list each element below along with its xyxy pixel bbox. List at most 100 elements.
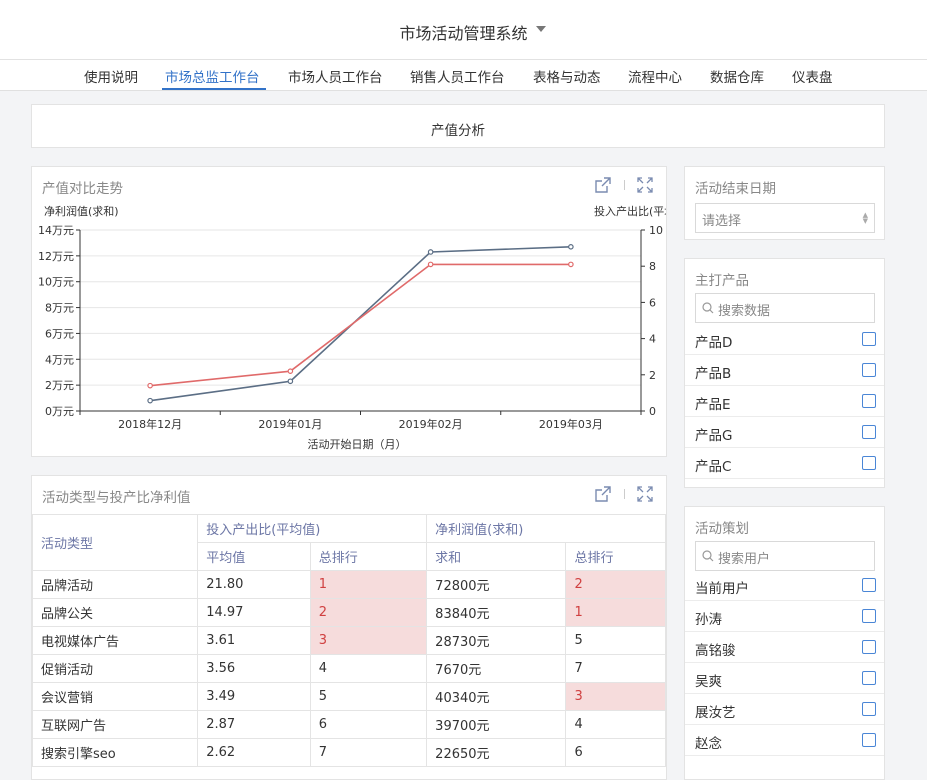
- data-point[interactable]: [568, 261, 574, 268]
- checkbox-icon[interactable]: [862, 332, 876, 346]
- header-average[interactable]: 平均值: [197, 542, 311, 571]
- y-right-tick-label: 0: [649, 405, 656, 418]
- select-arrows-icon: ▲ ▼: [862, 211, 868, 225]
- checkbox-item[interactable]: 高铭骏: [685, 632, 884, 663]
- app-title-dropdown[interactable]: 市场活动管理系统: [0, 20, 927, 44]
- y-left-tick-label: 4万元: [45, 353, 74, 366]
- checkbox-label: 产品C: [695, 459, 732, 475]
- checkbox-item[interactable]: 当前用户: [685, 570, 884, 601]
- cell-average: 2.87: [197, 710, 311, 739]
- checkbox-icon[interactable]: [862, 609, 876, 623]
- y-left-tick-label: 6万元: [45, 327, 74, 340]
- cell-rank-profit: 3: [565, 682, 666, 711]
- checkbox-item[interactable]: 孙涛: [685, 601, 884, 632]
- cell-activity-type: 互联网广告: [32, 710, 199, 739]
- header-sum[interactable]: 求和: [426, 542, 567, 571]
- header-profit-group: 净利润值(求和): [426, 514, 666, 543]
- header-rank[interactable]: 总排行: [309, 542, 428, 571]
- nav-item-marketing-director[interactable]: 市场总监工作台: [165, 66, 260, 86]
- search-icon: [702, 550, 714, 562]
- y-left-axis-label: 净利润值(求和): [44, 204, 119, 218]
- data-point[interactable]: [287, 378, 294, 385]
- checkbox-icon[interactable]: [862, 671, 876, 685]
- checkbox-item[interactable]: 产品D: [685, 324, 884, 355]
- nav-item-marketing-staff[interactable]: 市场人员工作台: [288, 66, 383, 86]
- x-axis-label: 活动开始日期（月）: [308, 437, 407, 451]
- cell-rank-roi: 7: [309, 738, 428, 767]
- data-point[interactable]: [147, 397, 153, 404]
- line-chart: 净利润值(求和) 投入产出比(平均 0万元 2万元 4万元 6万元 8万元 10万元 12万…: [38, 204, 666, 451]
- search-placeholder: 搜索数据: [718, 304, 771, 319]
- filter-title: 活动结束日期: [695, 181, 776, 197]
- table-row: 品牌活动 21.80 1 72800元 2: [32, 570, 666, 599]
- data-point[interactable]: [427, 261, 434, 268]
- nav-item-instructions[interactable]: 使用说明: [84, 66, 138, 86]
- cell-rank-roi: 6: [309, 710, 428, 739]
- cell-rank-roi: 5: [309, 682, 428, 711]
- user-search-input[interactable]: 搜索用户: [695, 541, 875, 571]
- cell-activity-type: 搜索引擎seo: [32, 738, 199, 767]
- chevron-down-icon: [536, 26, 546, 32]
- checkbox-icon[interactable]: [862, 425, 876, 439]
- fullscreen-icon[interactable]: [637, 486, 653, 502]
- cell-average: 3.56: [197, 654, 311, 683]
- data-point[interactable]: [427, 249, 434, 255]
- checkbox-label: 当前用户: [695, 581, 749, 597]
- x-tick-label: 2018年12月: [118, 417, 182, 431]
- nav-item-workflow[interactable]: 流程中心: [628, 66, 682, 86]
- y-right-tick-label: 10: [649, 224, 663, 237]
- checkbox-item[interactable]: 吴爽: [685, 663, 884, 694]
- checkbox-item[interactable]: 产品G: [685, 417, 884, 448]
- cell-sum: 39700元: [426, 710, 567, 739]
- cell-rank-roi: 2: [309, 598, 428, 627]
- y-right-axis-label: 投入产出比(平均: [594, 204, 666, 218]
- data-point[interactable]: [287, 368, 294, 374]
- cell-rank-roi: 1: [309, 570, 428, 599]
- nav-item-tables-feeds[interactable]: 表格与动态: [533, 66, 601, 86]
- product-search-input[interactable]: 搜索数据: [695, 293, 875, 323]
- select-placeholder: 请选择: [702, 214, 742, 229]
- checkbox-icon[interactable]: [862, 578, 876, 592]
- nav-item-data-warehouse[interactable]: 数据仓库: [710, 66, 764, 86]
- active-tab-indicator: [162, 88, 266, 90]
- table-panel: 活动类型与投产比净利值 活动类型 投入产出比(平均值) 净利润值(求和) 平均值…: [31, 475, 667, 780]
- checkbox-item[interactable]: 展汝艺: [685, 694, 884, 725]
- cell-average: 3.61: [197, 626, 311, 655]
- checkbox-icon[interactable]: [862, 702, 876, 716]
- y-left-tick-label: 14万元: [38, 224, 74, 237]
- y-left-tick-label: 2万元: [45, 379, 74, 392]
- checkbox-label: 展汝艺: [695, 705, 736, 721]
- fullscreen-icon[interactable]: [637, 177, 653, 193]
- cell-sum: 83840元: [426, 598, 567, 627]
- checkbox-item[interactable]: 产品E: [685, 386, 884, 417]
- checkbox-icon[interactable]: [862, 363, 876, 377]
- data-point[interactable]: [147, 382, 153, 389]
- date-select[interactable]: 请选择 ▲ ▼: [695, 203, 875, 233]
- nav-item-sales-staff[interactable]: 销售人员工作台: [410, 66, 505, 86]
- cell-average: 3.49: [197, 682, 311, 711]
- cell-activity-type: 品牌活动: [32, 570, 199, 599]
- header-rank[interactable]: 总排行: [565, 542, 666, 571]
- checkbox-item[interactable]: 产品C: [685, 448, 884, 479]
- nav-item-dashboard[interactable]: 仪表盘: [792, 66, 833, 86]
- open-external-icon[interactable]: [595, 486, 611, 502]
- checkbox-icon[interactable]: [862, 394, 876, 408]
- checkbox-icon[interactable]: [862, 456, 876, 470]
- cell-sum: 22650元: [426, 738, 567, 767]
- cell-activity-type: 会议营销: [32, 682, 199, 711]
- filter-title: 主打产品: [695, 273, 749, 289]
- checkbox-item[interactable]: 赵念: [685, 725, 884, 756]
- x-tick-label: 2019年03月: [539, 417, 603, 431]
- y-left-tick-label: 12万元: [38, 250, 74, 263]
- cell-activity-type: 促销活动: [32, 654, 199, 683]
- cell-rank-roi: 3: [309, 626, 428, 655]
- data-point[interactable]: [568, 244, 574, 250]
- section-header-panel: 产值分析: [31, 104, 885, 148]
- checkbox-item[interactable]: 产品B: [685, 355, 884, 386]
- open-external-icon[interactable]: [595, 177, 611, 193]
- checkbox-label: 产品E: [695, 397, 731, 413]
- series-line: [150, 246, 571, 402]
- checkbox-icon[interactable]: [862, 733, 876, 747]
- table-row: 搜索引擎seo 2.62 7 22650元 6: [32, 738, 666, 767]
- checkbox-icon[interactable]: [862, 640, 876, 654]
